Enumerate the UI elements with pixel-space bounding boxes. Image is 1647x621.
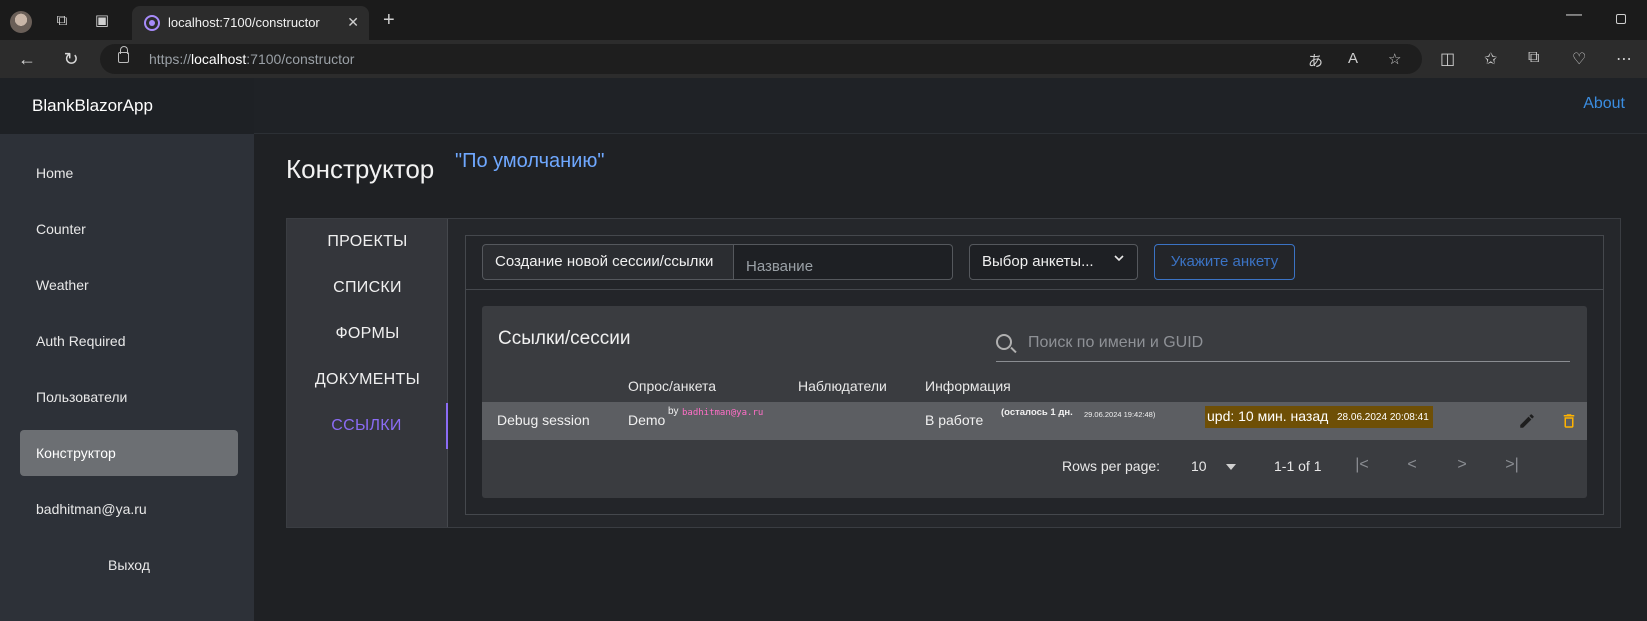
links-pane: Создание новой сессии/ссылки Выбор анкет… bbox=[465, 235, 1604, 515]
vertical-tabs: ПРОЕКТЫ СПИСКИ ФОРМЫ ДОКУМЕНТЫ ССЫЛКИ bbox=[287, 219, 448, 527]
collections-icon[interactable]: ⧉ bbox=[1528, 49, 1539, 67]
app: BlankBlazorApp Home Counter Weather Auth… bbox=[0, 78, 1647, 621]
rows-per-page-select[interactable]: 10 bbox=[1191, 458, 1207, 474]
sidebar-item-users[interactable]: Пользователи bbox=[20, 374, 238, 420]
table-row[interactable]: Debug session Demo by badhitman@ya.ru В … bbox=[482, 402, 1587, 440]
favorites-icon[interactable]: ✩ bbox=[1484, 49, 1497, 69]
brand-bar: BlankBlazorApp bbox=[0, 78, 254, 134]
browser-essentials-icon[interactable]: ♡ bbox=[1572, 49, 1586, 69]
sidebar-item-constructor[interactable]: Конструктор bbox=[20, 430, 238, 476]
update-text: upd: 10 мин. назад bbox=[1207, 408, 1329, 424]
specify-survey-button[interactable]: Укажите анкету bbox=[1154, 244, 1295, 280]
page-subtitle: "По умолчанию" bbox=[455, 150, 605, 172]
author-email: badhitman@ya.ru bbox=[682, 408, 764, 418]
delete-icon[interactable] bbox=[1560, 411, 1578, 431]
sessions-table-card: Ссылки/сессии Поиск по имени и GUID Опро… bbox=[482, 306, 1587, 498]
refresh-icon[interactable]: ↻ bbox=[60, 48, 82, 70]
profile-avatar[interactable] bbox=[10, 11, 32, 33]
column-header-info[interactable]: Информация bbox=[925, 378, 1011, 394]
page-title: Конструктор bbox=[286, 154, 435, 184]
author-by-label: by bbox=[668, 406, 679, 417]
minimize-icon[interactable]: — bbox=[1566, 6, 1582, 24]
browser-tab[interactable]: localhost:7100/constructor ✕ bbox=[132, 6, 369, 40]
tab-title: localhost:7100/constructor bbox=[168, 15, 320, 30]
deadline-date: 29.06.2024 19:42:48) bbox=[1084, 410, 1156, 419]
create-session-row: Создание новой сессии/ссылки Выбор анкет… bbox=[466, 236, 1603, 290]
url-text[interactable]: https://localhost:7100/constructor bbox=[149, 51, 354, 67]
tab-lists[interactable]: СПИСКИ bbox=[287, 265, 448, 311]
tab-documents[interactable]: ДОКУМЕНТЫ bbox=[287, 357, 448, 403]
update-badge: upd: 10 мин. назад 28.06.2024 20:08:41 bbox=[1205, 406, 1433, 428]
sidebar-item-weather[interactable]: Weather bbox=[20, 262, 238, 308]
last-page-icon[interactable]: >| bbox=[1502, 456, 1522, 474]
table-pager: Rows per page: 10 1-1 of 1 |< < > >| bbox=[482, 440, 1587, 490]
new-tab-icon[interactable]: + bbox=[383, 9, 395, 32]
session-name-input[interactable] bbox=[734, 244, 953, 280]
split-screen-icon[interactable]: ◫ bbox=[1440, 49, 1455, 69]
favicon-icon bbox=[144, 15, 160, 31]
browser-titlebar: ⧉ ▣ localhost:7100/constructor ✕ + — bbox=[0, 0, 1647, 40]
brand-link[interactable]: BlankBlazorApp bbox=[32, 96, 153, 116]
about-link[interactable]: About bbox=[1583, 95, 1625, 113]
maximize-icon[interactable] bbox=[1616, 14, 1626, 24]
translate-icon[interactable]: あ bbox=[1308, 50, 1323, 71]
sidebar-item-auth-required[interactable]: Auth Required bbox=[20, 318, 238, 364]
tab-projects[interactable]: ПРОЕКТЫ bbox=[287, 219, 448, 265]
search-field[interactable]: Поиск по имени и GUID bbox=[996, 332, 1570, 362]
column-header-survey[interactable]: Опрос/анкета bbox=[628, 378, 716, 394]
session-name: Debug session bbox=[497, 412, 590, 428]
sidebar-item-account[interactable]: badhitman@ya.ru bbox=[20, 486, 238, 532]
main-content: Конструктор "По умолчанию" ПРОЕКТЫ СПИСК… bbox=[254, 134, 1647, 621]
tab-forms[interactable]: ФОРМЫ bbox=[287, 311, 448, 357]
session-status: В работе bbox=[925, 412, 984, 428]
update-date: 28.06.2024 20:08:41 bbox=[1337, 412, 1429, 423]
page-range: 1-1 of 1 bbox=[1274, 458, 1322, 474]
close-tab-icon[interactable]: ✕ bbox=[347, 14, 359, 31]
rows-per-page-label: Rows per page: bbox=[1062, 458, 1161, 474]
survey-select[interactable]: Выбор анкеты... bbox=[969, 244, 1138, 280]
tab-links[interactable]: ССЫЛКИ bbox=[287, 403, 448, 449]
logout-button[interactable]: Выход bbox=[20, 542, 238, 588]
first-page-icon[interactable]: |< bbox=[1352, 456, 1372, 474]
constructor-panel: ПРОЕКТЫ СПИСКИ ФОРМЫ ДОКУМЕНТЫ ССЫЛКИ Со… bbox=[286, 218, 1621, 528]
edit-icon[interactable] bbox=[1518, 412, 1536, 430]
top-row: About bbox=[254, 78, 1647, 134]
remaining-days: (осталось 1 дн. bbox=[1001, 407, 1073, 418]
read-aloud-icon[interactable]: A bbox=[1348, 50, 1358, 67]
more-menu-icon[interactable]: ⋯ bbox=[1616, 49, 1632, 69]
back-icon[interactable]: ← bbox=[16, 48, 38, 70]
column-header-observers[interactable]: Наблюдатели bbox=[798, 378, 887, 394]
favorite-star-icon[interactable]: ☆ bbox=[1388, 50, 1401, 68]
survey-name: Demo bbox=[628, 412, 666, 428]
next-page-icon[interactable]: > bbox=[1452, 456, 1472, 474]
search-icon bbox=[996, 334, 1012, 350]
chevron-down-icon bbox=[1113, 252, 1125, 267]
tab-actions-icon[interactable]: ▣ bbox=[92, 11, 112, 31]
survey-select-value: Выбор анкеты... bbox=[982, 253, 1094, 270]
create-session-label: Создание новой сессии/ссылки bbox=[482, 244, 734, 280]
address-toolbar: ← ↻ https://localhost:7100/constructor あ… bbox=[0, 40, 1647, 78]
sidebar-item-counter[interactable]: Counter bbox=[20, 206, 238, 252]
prev-page-icon[interactable]: < bbox=[1402, 456, 1422, 474]
table-title: Ссылки/сессии bbox=[498, 328, 631, 349]
search-input[interactable]: Поиск по имени и GUID bbox=[1028, 334, 1203, 352]
caret-down-icon[interactable] bbox=[1226, 464, 1236, 470]
workspaces-icon[interactable]: ⧉ bbox=[52, 11, 72, 31]
lock-icon[interactable] bbox=[118, 46, 129, 63]
sidebar: BlankBlazorApp Home Counter Weather Auth… bbox=[0, 78, 254, 621]
sidebar-item-home[interactable]: Home bbox=[20, 150, 238, 196]
url-bar[interactable]: https://localhost:7100/constructor あ A ☆ bbox=[100, 44, 1422, 74]
